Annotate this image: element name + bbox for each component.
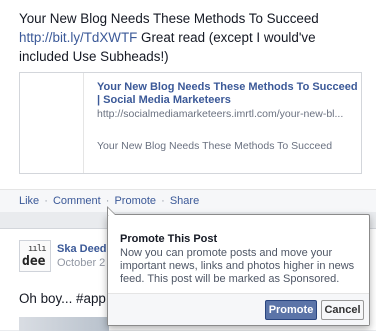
post-message: Your New Blog Needs These Methods To Suc… (19, 9, 369, 66)
card-title[interactable]: Your New Blog Needs These Methods To Suc… (97, 81, 359, 107)
card-url: http://socialmediamarketeers.imrtl.com/y… (97, 108, 344, 120)
popover-title: Promote This Post (120, 233, 218, 245)
avatar[interactable]: ıılı dee (19, 240, 51, 272)
post-action-bar: Like · Comment · Promote · Share (0, 189, 376, 212)
post-link[interactable]: http://bit.ly/TdXWTF (19, 30, 137, 45)
share-link[interactable]: Share (170, 195, 199, 207)
popover-footer: Promote Cancel (108, 293, 369, 325)
post-image[interactable] (19, 317, 109, 331)
author-name[interactable]: Ska Deedl (57, 243, 110, 255)
card-description: Your New Blog Needs These Methods To Suc… (97, 140, 333, 152)
promote-button[interactable]: Promote (265, 300, 317, 320)
promote-link[interactable]: Promote (114, 195, 156, 207)
comment-link[interactable]: Comment (53, 195, 101, 207)
popover-body: Now you can promote posts and move your … (120, 247, 355, 285)
post-story: Your New Blog Needs These Methods To Suc… (0, 0, 376, 212)
link-preview-card[interactable]: Your New Blog Needs These Methods To Suc… (19, 72, 362, 174)
avatar-wave-icon: ıılı (28, 244, 47, 254)
card-thumbnail-placeholder (83, 73, 84, 173)
post-text-line1: Your New Blog Needs These Methods To Suc… (19, 11, 319, 26)
popover-arrow-inner (108, 208, 115, 215)
like-link[interactable]: Like (19, 195, 39, 207)
cancel-button[interactable]: Cancel (321, 300, 364, 320)
action-separator: · (161, 195, 165, 207)
promote-popover: Promote This Post Now you can promote po… (107, 206, 370, 326)
post-message: Oh boy... #app (19, 291, 106, 306)
post-date[interactable]: October 2 (57, 257, 105, 269)
avatar-text: dee (22, 254, 46, 269)
action-separator: · (44, 195, 48, 207)
